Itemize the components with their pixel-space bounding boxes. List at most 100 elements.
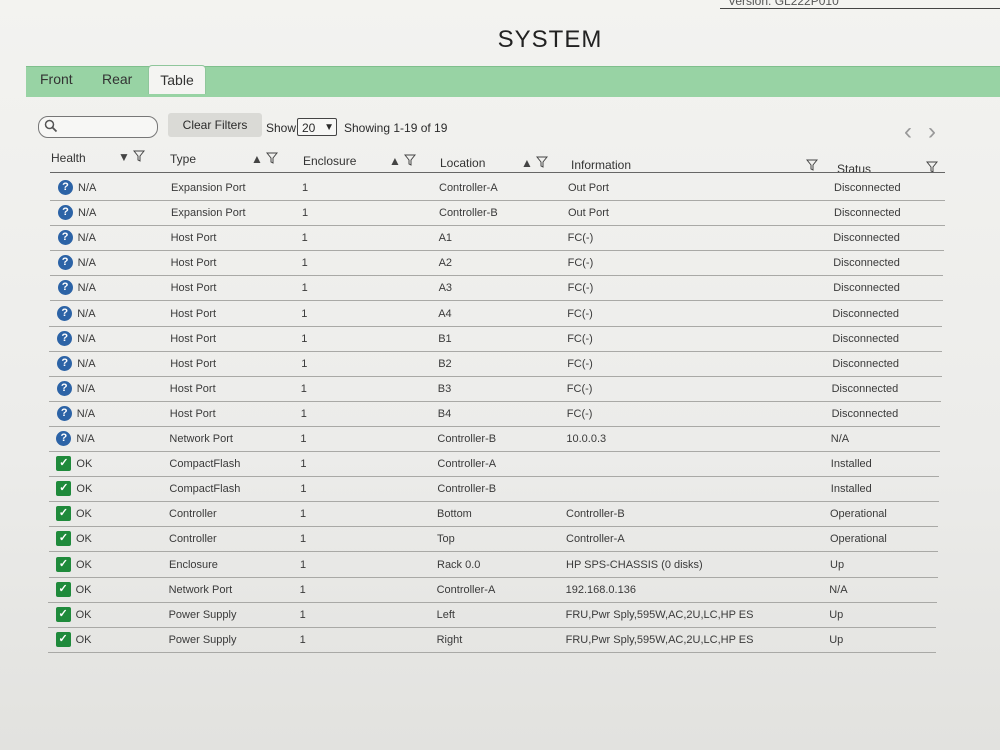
table-row[interactable]: ✓ OK CompactFlash 1 Controller-B Installed <box>0 477 1000 503</box>
table-row[interactable]: ? N/A Host Port 1 A3 FC(-) Disconnected <box>0 276 1000 302</box>
table-row[interactable]: ? N/A Expansion Port 1 Controller-A Out Port D… <box>0 176 1000 201</box>
filter-icon[interactable] <box>133 150 146 162</box>
information-cell: FC(-) <box>567 332 593 345</box>
information-cell: FC(-) <box>566 407 593 420</box>
tab-table[interactable]: Table <box>148 65 206 94</box>
type-cell: Host Port <box>170 357 217 370</box>
column-header-status[interactable]: Status <box>837 162 871 176</box>
information-cell: FC(-) <box>566 382 593 395</box>
information-cell: FC(-) <box>567 282 594 295</box>
page-title: SYSTEM <box>497 26 603 53</box>
location-cell: B3 <box>437 382 452 395</box>
page-size-select[interactable]: 20 ▼ <box>297 118 337 136</box>
location-cell: Rack 0.0 <box>437 558 481 571</box>
health-cell: N/A <box>78 182 97 194</box>
type-cell: Host Port <box>169 407 216 420</box>
table-row[interactable]: ✓ OK Power Supply 1 Right FRU,Pwr Sply,595W,A… <box>0 628 1000 653</box>
question-icon: ? <box>57 305 73 321</box>
type-cell: Host Port <box>170 307 217 320</box>
table-row[interactable]: ? N/A Host Port 1 B3 FC(-) Disconnected <box>0 377 1000 402</box>
column-header-type[interactable]: Type <box>170 152 196 166</box>
table-row[interactable]: ✓ OK Network Port 1 Controller-A 192.168.0.13… <box>0 578 1000 603</box>
filter-icon[interactable] <box>805 159 819 171</box>
chevron-right-icon[interactable]: › <box>928 120 936 144</box>
information-cell: Out Port <box>568 182 609 194</box>
column-header-health[interactable]: Health <box>51 151 86 165</box>
column-header-information[interactable]: Information <box>571 158 631 172</box>
status-cell: Up <box>829 633 844 646</box>
type-cell: Network Port <box>169 433 233 445</box>
table-row[interactable]: ? N/A Host Port 1 B4 FC(-) Disconnected <box>0 402 1000 427</box>
question-icon: ? <box>58 205 73 221</box>
enclosure-cell: 1 <box>300 433 307 445</box>
status-cell: Up <box>829 608 844 621</box>
health-cell: OK <box>76 458 93 471</box>
information-cell: Out Port <box>568 207 609 220</box>
filter-icon[interactable] <box>404 154 417 166</box>
type-cell: Power Supply <box>168 633 237 646</box>
header-divider <box>50 172 945 173</box>
table-row[interactable]: ✓ OK CompactFlash 1 Controller-A Installed <box>0 452 1000 478</box>
status-cell: Disconnected <box>832 307 900 320</box>
health-cell: N/A <box>77 332 96 345</box>
table-row[interactable]: ✓ OK Enclosure 1 Rack 0.0 HP SPS-CHASSIS (0 d… <box>0 553 1000 578</box>
sort-up-icon[interactable]: ▲ <box>389 154 401 168</box>
column-header-enclosure[interactable]: Enclosure <box>303 154 356 168</box>
table-row[interactable]: ? N/A Host Port 1 B1 FC(-) Disconnected <box>0 327 1000 352</box>
question-icon: ? <box>57 230 73 246</box>
information-cell: FC(-) <box>567 232 594 245</box>
location-cell: Top <box>437 533 455 546</box>
tab-front[interactable]: Front <box>40 71 73 87</box>
table-row[interactable]: ✓ OK Controller 1 Bottom Controller-B Operatio… <box>0 502 1000 528</box>
filter-icon[interactable] <box>266 152 279 164</box>
table-row[interactable]: ? N/A Host Port 1 A2 FC(-) Disconnected <box>0 251 1000 277</box>
chevron-left-icon[interactable]: ‹ <box>904 120 912 144</box>
health-cell: N/A <box>76 433 95 445</box>
table-row[interactable]: ✓ OK Power Supply 1 Left FRU,Pwr Sply,595W,AC… <box>0 603 1000 628</box>
table-row[interactable]: ? N/A Host Port 1 A1 FC(-) Disconnected <box>0 226 1000 252</box>
search-input[interactable] <box>38 116 158 138</box>
status-cell: Disconnected <box>831 407 899 420</box>
question-icon: ? <box>56 431 72 446</box>
filter-icon[interactable] <box>536 156 549 168</box>
type-cell: Expansion Port <box>171 207 246 220</box>
health-cell: OK <box>76 558 92 571</box>
sort-up-icon[interactable]: ▲ <box>521 156 533 170</box>
location-cell: A2 <box>438 257 453 270</box>
information-cell: FRU,Pwr Sply,595W,AC,2U,LC,HP ES <box>565 633 754 646</box>
table-row[interactable]: ✓ OK Controller 1 Top Controller-A Operational <box>0 527 1000 553</box>
information-cell: 10.0.0.3 <box>566 433 607 445</box>
tab-rear[interactable]: Rear <box>102 71 132 87</box>
health-cell: OK <box>76 483 93 496</box>
checkmark-icon: ✓ <box>56 556 71 572</box>
type-cell: Expansion Port <box>171 182 246 194</box>
column-header-location[interactable]: Location <box>440 156 485 170</box>
health-cell: OK <box>75 583 92 596</box>
clear-filters-button[interactable]: Clear Filters <box>168 113 262 137</box>
type-cell: CompactFlash <box>169 483 241 496</box>
health-cell: N/A <box>76 407 96 420</box>
location-cell: B4 <box>437 407 452 420</box>
question-icon: ? <box>57 355 73 371</box>
information-cell: HP SPS-CHASSIS (0 disks) <box>566 558 703 571</box>
type-header-icons: ▲ <box>251 152 279 166</box>
type-cell: Enclosure <box>169 558 218 571</box>
sort-up-icon[interactable]: ▲ <box>251 152 263 166</box>
location-cell: A4 <box>438 307 452 320</box>
location-cell: Controller-B <box>439 207 498 220</box>
page-size-value: 20 <box>302 121 316 135</box>
status-cell: Disconnected <box>832 332 900 345</box>
table-row[interactable]: ? N/A Network Port 1 Controller-B 10.0.0.3 N/A <box>0 427 1000 452</box>
enclosure-header-icons: ▲ <box>389 154 417 168</box>
show-label: Show <box>266 121 297 135</box>
table-row[interactable]: ? N/A Host Port 1 A4 FC(-) Disconnected <box>0 302 1000 327</box>
checkmark-icon: ✓ <box>56 456 72 472</box>
status-cell: N/A <box>830 433 850 445</box>
status-cell: Disconnected <box>832 357 900 370</box>
search-icon <box>44 119 58 133</box>
table-row[interactable]: ? N/A Host Port 1 B2 FC(-) Disconnected <box>0 352 1000 377</box>
enclosure-cell: 1 <box>300 407 307 420</box>
table-row[interactable]: ? N/A Expansion Port 1 Controller-B Out Port D… <box>0 201 1000 227</box>
type-cell: Network Port <box>168 583 233 596</box>
sort-down-icon[interactable]: ▼ <box>118 150 130 164</box>
